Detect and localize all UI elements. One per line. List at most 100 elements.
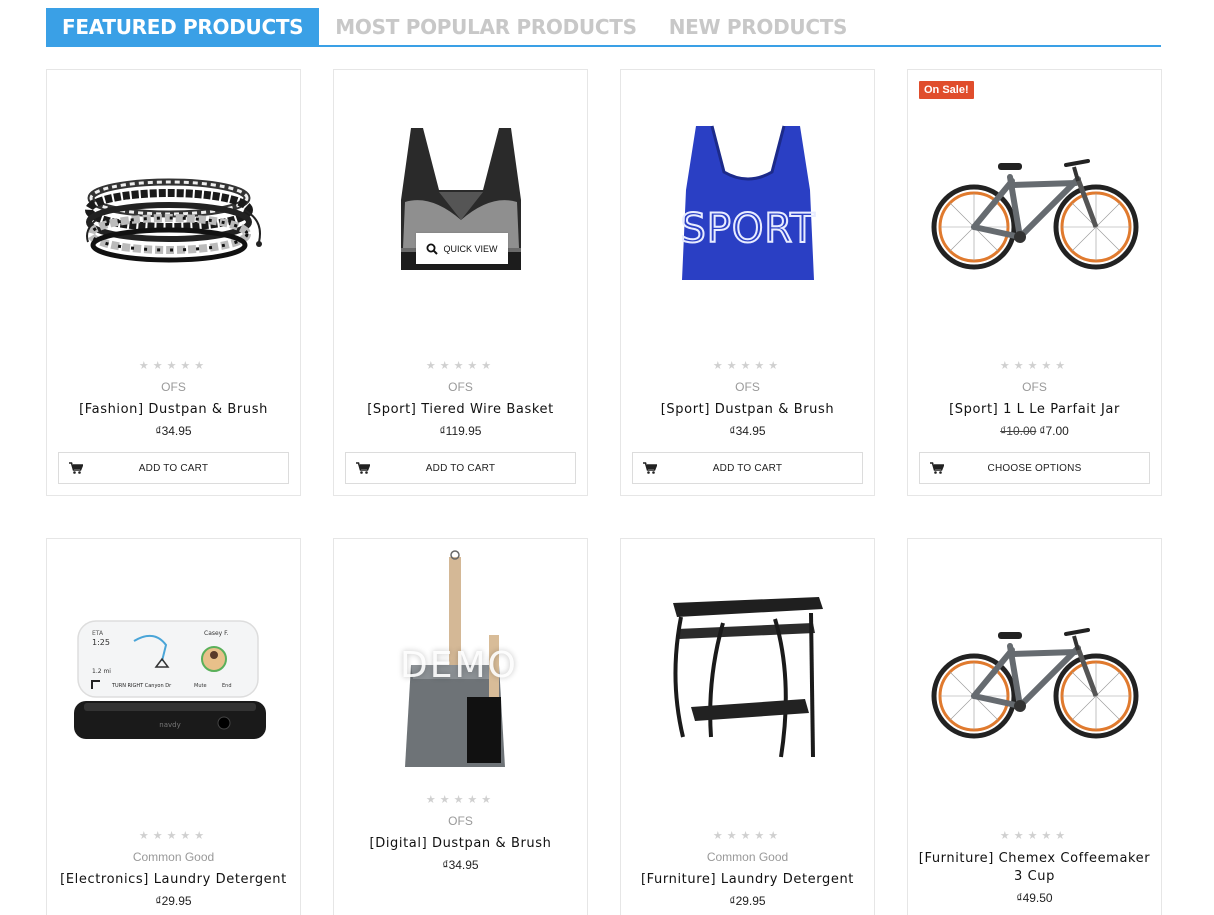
choose-options-button[interactable]: CHOOSE OPTIONS [919, 452, 1150, 484]
turn-instruction: TURN RIGHT Canyon Dr [111, 683, 172, 689]
product-name[interactable]: [Sport] Tiered Wire Basket [334, 401, 587, 419]
product-tabs: FEATURED PRODUCTS MOST POPULAR PRODUCTS … [46, 8, 1161, 47]
product-brand: OFS [1022, 380, 1047, 394]
price-value: ₫119.95 [439, 424, 482, 438]
product-card: ★★★★★ Common Good [Furniture] Laundry De… [620, 538, 875, 915]
demo-watermark: DEMO [400, 645, 518, 686]
button-label: CHOOSE OPTIONS [987, 462, 1082, 474]
product-brand: OFS [161, 380, 186, 394]
quick-view-button[interactable]: QUICK VIEW [416, 233, 508, 264]
button-label: ADD TO CART [425, 462, 496, 474]
product-price: ₫29.95 [621, 893, 874, 909]
add-to-cart-button[interactable]: ADD TO CART [345, 452, 576, 484]
product-name[interactable]: [Electronics] Laundry Detergent [47, 871, 300, 889]
tab-featured-products[interactable]: FEATURED PRODUCTS [46, 8, 320, 45]
product-name[interactable]: [Fashion] Dustpan & Brush [47, 401, 300, 419]
on-sale-badge: On Sale! [919, 81, 974, 99]
price-value: ₫7.00 [1039, 424, 1069, 438]
rating-stars: ★★★★★ [712, 830, 783, 842]
product-info: ★★★★★ OFS [Sport] Dustpan & Brush ₫34.95 [621, 359, 874, 439]
quick-view-label: QUICK VIEW [443, 243, 498, 254]
product-image-bicycle[interactable] [908, 70, 1161, 350]
rating-stars: ★★★★★ [712, 360, 783, 372]
product-name[interactable]: [Sport] Dustpan & Brush [621, 401, 874, 419]
navdy-device-image: ETA 1:25 Casey F. 1.2 mi TURN RIGHT Cany… [73, 620, 266, 739]
product-name[interactable]: [Furniture] Laundry Detergent [621, 871, 874, 889]
cart-icon [69, 462, 83, 474]
tab-most-popular-products[interactable]: MOST POPULAR PRODUCTS [319, 8, 652, 45]
product-info: ★★★★★ [Furniture] Chemex Coffeemaker 3 C… [908, 829, 1161, 906]
product-price: ₫34.95 [47, 423, 300, 439]
product-price: ₫10.00 ₫7.00 [908, 423, 1161, 439]
product-image-bicycle[interactable] [908, 539, 1161, 819]
product-price: ₫29.95 [47, 893, 300, 909]
bracelet-image [84, 178, 262, 263]
product-card: DEMO ★★★★★ OFS [Digital] Dustpan & Brush… [333, 538, 588, 915]
product-info: ★★★★★ Common Good [Furniture] Laundry De… [621, 829, 874, 909]
rating-stars: ★★★★★ [138, 830, 209, 842]
product-brand: OFS [448, 814, 473, 828]
product-card: QUICK VIEW ★★★★★ OFS [Sport] Tiered Wire… [333, 69, 588, 496]
search-icon [426, 243, 439, 255]
product-brand: OFS [735, 380, 760, 394]
product-brand: OFS [448, 380, 473, 394]
cart-icon [643, 462, 657, 474]
product-info: ★★★★★ Common Good [Electronics] Laundry … [47, 829, 300, 909]
product-price: ₫34.95 [621, 423, 874, 439]
sports-bra-image [400, 128, 521, 270]
cart-icon [356, 462, 370, 474]
eta-time: 1:25 [92, 638, 110, 647]
mute-label: Mute [194, 683, 207, 689]
product-price: ₫34.95 [334, 857, 587, 873]
distance-label: 1.2 mi [92, 668, 111, 675]
old-price: ₫10.00 [1000, 424, 1037, 438]
product-card: On Sale! ★★★★★ OFS [Sport] 1 L Le Parfai… [907, 69, 1162, 496]
rating-stars: ★★★★★ [138, 360, 209, 372]
product-image-sports-bra-black[interactable] [334, 70, 587, 350]
price-value: ₫29.95 [729, 894, 766, 908]
rating-stars: ★★★★★ [999, 830, 1070, 842]
contact-name: Casey F. [204, 630, 229, 637]
sports-bra-image: SPORT [679, 125, 815, 280]
product-name[interactable]: [Furniture] Chemex Coffeemaker 3 Cup [908, 850, 1161, 886]
product-card: ★★★★★ [Furniture] Chemex Coffeemaker 3 C… [907, 538, 1162, 915]
rating-stars: ★★★★★ [425, 794, 496, 806]
product-info: ★★★★★ OFS [Sport] Tiered Wire Basket ₫11… [334, 359, 587, 439]
product-name[interactable]: [Digital] Dustpan & Brush [334, 835, 587, 853]
product-info: ★★★★★ OFS [Fashion] Dustpan & Brush ₫34.… [47, 359, 300, 439]
price-value: ₫34.95 [442, 858, 479, 872]
rating-stars: ★★★★★ [999, 360, 1070, 372]
product-price: ₫119.95 [334, 423, 587, 439]
eta-label: ETA [92, 630, 104, 637]
product-info: ★★★★★ OFS [Digital] Dustpan & Brush ₫34.… [334, 793, 587, 873]
product-image-bracelet[interactable] [47, 70, 300, 350]
product-price: ₫49.50 [908, 890, 1161, 906]
product-image-desk[interactable] [621, 539, 874, 819]
product-card: ETA 1:25 Casey F. 1.2 mi TURN RIGHT Cany… [46, 538, 301, 915]
rating-stars: ★★★★★ [425, 360, 496, 372]
button-label: ADD TO CART [138, 462, 209, 474]
button-label: ADD TO CART [712, 462, 783, 474]
price-value: ₫29.95 [155, 894, 192, 908]
bicycle-image [931, 159, 1138, 270]
price-value: ₫34.95 [729, 424, 766, 438]
end-label: End [222, 683, 232, 689]
product-brand: Common Good [132, 850, 215, 864]
product-image-sports-bra-blue[interactable]: SPORT [621, 70, 874, 350]
desk-image [672, 597, 823, 758]
product-name[interactable]: [Sport] 1 L Le Parfait Jar [908, 401, 1161, 419]
product-brand: Common Good [706, 850, 789, 864]
sport-print: SPORT [680, 206, 815, 252]
product-image-navdy[interactable]: ETA 1:25 Casey F. 1.2 mi TURN RIGHT Cany… [47, 539, 300, 819]
navdy-logo: navdy [159, 721, 180, 729]
tab-new-products[interactable]: NEW PRODUCTS [653, 8, 863, 45]
product-card: ★★★★★ OFS [Fashion] Dustpan & Brush ₫34.… [46, 69, 301, 496]
bicycle-image [931, 628, 1138, 739]
product-info: ★★★★★ OFS [Sport] 1 L Le Parfait Jar ₫10… [908, 359, 1161, 439]
product-card: SPORT ★★★★★ OFS [Sport] Dustpan & Brush … [620, 69, 875, 496]
add-to-cart-button[interactable]: ADD TO CART [632, 452, 863, 484]
price-value: ₫49.50 [1016, 891, 1053, 905]
price-value: ₫34.95 [155, 424, 192, 438]
add-to-cart-button[interactable]: ADD TO CART [58, 452, 289, 484]
cart-icon [930, 462, 944, 474]
